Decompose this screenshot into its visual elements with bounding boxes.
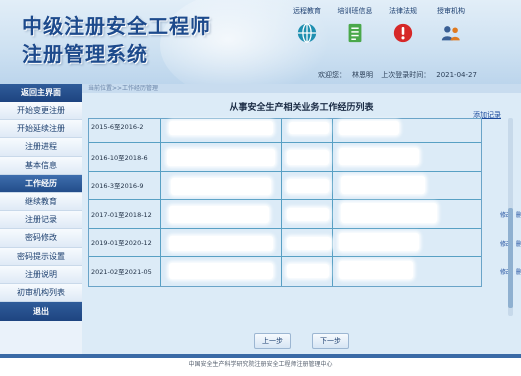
redacted-cell [339,261,413,279]
row-actions: 修改删除 [485,267,521,276]
column-divider [281,119,282,142]
row-date: 2016-10至2018-6 [89,143,161,171]
delete-link[interactable]: 删除 [516,269,521,276]
column-divider [332,143,333,171]
row-date: 2019-01至2020-12 [89,228,161,256]
redacted-cell [169,235,273,251]
logout-button[interactable]: 退出 [0,302,82,322]
table-row: 2016-3至2016-9 [89,171,481,200]
row-actions: 修改删除 [485,239,521,248]
alert-icon [393,23,413,43]
redacted-cell [169,206,269,223]
redacted-cell [341,203,437,223]
sidebar-item-renew-registration[interactable]: 开始延续注册 [0,120,82,139]
sidebar-home-button[interactable]: 返回主界面 [0,84,82,102]
page-title: 从事安全生产相关业务工作经历列表 [229,103,374,113]
row-date: 2016-3至2016-9 [89,171,161,199]
sidebar-item-password-hint[interactable]: 密码提示设置 [0,247,82,266]
column-divider [332,171,333,199]
delete-link[interactable]: 删除 [516,241,521,248]
sidebar-item-registration-records[interactable]: 注册记录 [0,211,82,230]
footer-text: 中国安全生产科学研究院注册安全工程师注册管理中心 [188,361,333,368]
column-divider [281,228,282,256]
row-date: 2021-02至2021-05 [89,257,161,286]
redacted-cell [287,208,329,221]
app-title-line1: 中级注册安全工程师 [22,14,211,38]
redacted-cell [341,175,425,194]
people-icon [441,26,460,41]
table-row: 2015-6至2016-2 [89,119,481,143]
work-history-table: 2015-6至2016-2 2016-10至2018-6 2016-3至2016… [88,118,521,287]
redacted-cell [287,236,331,250]
nav-label: 远程教育 [293,7,321,15]
nav-laws[interactable]: 法律法规 [378,6,428,44]
redacted-cell [287,150,329,165]
redacted-cell [169,121,273,135]
last-login-label: 上次登录时间： [381,71,431,79]
nav-label: 授审机构 [437,7,465,15]
row-date: 2017-01至2018-12 [89,200,161,228]
sidebar-item-registration-progress[interactable]: 注册进程 [0,138,82,157]
sidebar-item-basic-info[interactable]: 基本信息 [0,156,82,175]
nav-label: 培训班信息 [337,7,373,15]
app-title-line2: 注册管理系统 [22,42,148,66]
column-divider [332,200,333,228]
sidebar-item-review-agencies[interactable]: 初审机构列表 [0,283,82,303]
welcome-label: 欢迎您： [318,71,346,79]
redacted-cell [289,122,329,134]
redacted-cell [169,263,273,279]
globe-icon [297,23,317,43]
pagination: 上一步 下一步 [82,328,521,349]
nav-training-info[interactable]: 培训班信息 [330,6,380,44]
main-panel: 当前位置>>工作经历管理 从事安全生产相关业务工作经历列表 添加记录 2015-… [82,84,521,354]
column-divider [281,171,282,199]
redacted-cell [287,264,329,278]
redacted-cell [339,232,419,251]
column-divider [281,257,282,286]
row-date: 2015-6至2016-2 [89,119,161,142]
table-row: 2021-02至2021-05 修改删除 [89,257,521,286]
table-row: 2016-10至2018-6 [89,143,481,172]
welcome-bar: 欢迎您： 林恩明 上次登录时间： 2021-04-27 [318,70,483,80]
row-actions: 修改删除 [485,210,521,219]
column-divider [332,257,333,286]
sidebar-item-work-experience[interactable]: 工作经历 [0,174,82,193]
footer-divider [0,354,521,358]
redacted-cell [339,121,399,135]
table-scrollbar[interactable] [508,118,513,316]
delete-link[interactable]: 删除 [516,212,521,219]
nav-authorized-agencies[interactable]: 授审机构 [426,6,476,44]
column-divider [332,119,333,142]
table-row: 2017-01至2018-12 修改删除 [89,200,521,229]
last-login-time: 2021-04-27 [436,71,477,79]
redacted-cell [171,177,271,195]
username: 林恩明 [352,71,373,79]
sidebar: 返回主界面 开始变更注册 开始延续注册 注册进程 基本信息 工作经历 继续教育 … [0,84,82,354]
column-divider [281,143,282,171]
table-row: 2019-01至2020-12 修改删除 [89,228,521,257]
nav-label: 法律法规 [389,7,417,15]
nav-remote-education[interactable]: 远程教育 [282,6,332,44]
scrollbar-thumb[interactable] [508,208,513,308]
sidebar-item-change-password[interactable]: 密码修改 [0,229,82,248]
breadcrumb: 当前位置>>工作经历管理 [82,84,521,93]
sidebar-item-continuing-education[interactable]: 继续教育 [0,192,82,212]
column-divider [281,200,282,228]
next-page-button[interactable]: 下一步 [312,333,350,349]
prev-page-button[interactable]: 上一步 [253,333,291,349]
redacted-cell [339,148,419,165]
redacted-cell [287,178,329,193]
header: 中级注册安全工程师 注册管理系统 远程教育 培训班信息 法律法规 授审机构 欢迎… [0,0,521,84]
redacted-cell [167,149,275,166]
sidebar-item-registration-guide[interactable]: 注册说明 [0,265,82,284]
document-icon [348,23,362,43]
column-divider [332,228,333,256]
sidebar-item-change-registration[interactable]: 开始变更注册 [0,102,82,121]
